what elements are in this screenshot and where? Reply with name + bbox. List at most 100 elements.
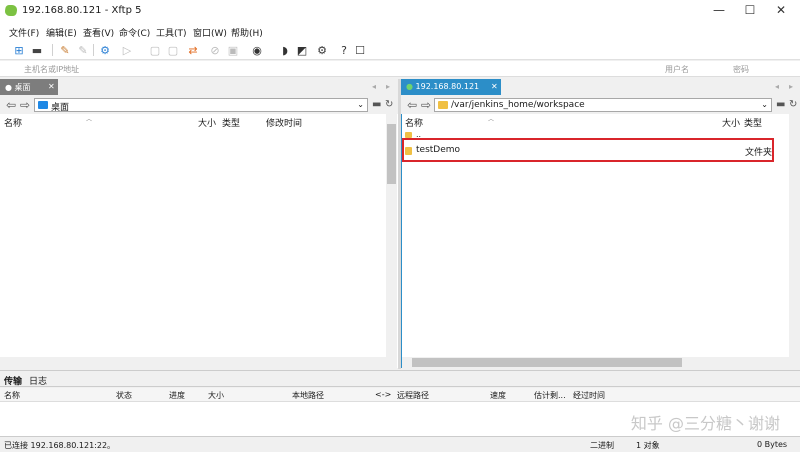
close-button[interactable]: ✕: [768, 3, 794, 19]
sort-caret-icon: ︿: [86, 116, 93, 123]
bottom-tabs: 传输 日志: [0, 370, 800, 387]
transfer-mode: 二进制: [590, 441, 614, 450]
remote-scrollbar-h[interactable]: [402, 357, 789, 368]
window-title: 192.168.80.121 - Xftp 5: [22, 5, 142, 16]
col-name[interactable]: 名称: [405, 116, 423, 129]
properties-icon[interactable]: ⚙: [98, 43, 112, 57]
new-session-icon[interactable]: ⊞: [12, 43, 26, 57]
col-type[interactable]: 类型: [744, 116, 762, 129]
chevron-down-icon[interactable]: ⌄: [357, 100, 364, 109]
menu-help[interactable]: 帮助(H): [231, 26, 263, 39]
copy-icon[interactable]: ▢: [148, 43, 162, 57]
menu-edit[interactable]: 编辑(E): [46, 26, 77, 39]
byte-count: 0 Bytes: [757, 440, 788, 449]
col-status[interactable]: 状态: [116, 390, 132, 401]
tab-label: 桌面: [14, 83, 31, 92]
col-direction[interactable]: <->: [375, 390, 391, 399]
options-icon[interactable]: ⚙: [315, 43, 329, 57]
tab-log[interactable]: 日志: [29, 374, 47, 387]
close-icon[interactable]: ✕: [491, 82, 498, 91]
username-input[interactable]: 用户名: [665, 64, 689, 75]
forward-icon[interactable]: ⇨: [20, 98, 30, 112]
refresh-icon[interactable]: ↻: [789, 99, 797, 110]
tab-prev-icon[interactable]: ◂: [775, 82, 779, 91]
back-icon[interactable]: ⇦: [6, 98, 16, 112]
tab-prev-icon[interactable]: ◂: [372, 82, 376, 91]
local-file-list[interactable]: 名称 ︿ 大小 类型 修改时间: [0, 114, 398, 368]
chat-icon[interactable]: ☐: [353, 43, 367, 57]
local-path-input[interactable]: 桌面 ⌄: [34, 98, 368, 113]
watermark-text: 知乎 @三分糖丶谢谢: [630, 414, 780, 433]
col-eta[interactable]: 估计剩...: [534, 390, 566, 401]
col-size[interactable]: 大小: [722, 116, 740, 129]
forward-icon[interactable]: ⇨: [421, 98, 431, 112]
back-icon[interactable]: ⇦: [407, 98, 417, 112]
col-size[interactable]: 大小: [198, 116, 216, 129]
remote-path-input[interactable]: /var/jenkins_home/workspace ⌄: [434, 98, 772, 112]
menu-command[interactable]: 命令(C): [119, 26, 150, 39]
remote-path-bar: ⇦ ⇨ /var/jenkins_home/workspace ⌄ ▬ ↻: [401, 96, 800, 114]
local-scrollbar-h[interactable]: [0, 357, 386, 368]
tab-next-icon[interactable]: ▸: [386, 82, 390, 91]
folder-up-icon[interactable]: ▬: [776, 99, 785, 110]
sort-caret-icon: ︿: [488, 116, 495, 123]
close-icon[interactable]: ✕: [48, 82, 55, 91]
host-input[interactable]: 主机名或IP地址: [24, 64, 79, 75]
paste-icon[interactable]: ▢: [166, 43, 180, 57]
local-scrollbar-v[interactable]: [386, 114, 397, 368]
compare-icon[interactable]: ▣: [226, 43, 240, 57]
transfer-list[interactable]: 知乎 @三分糖丶谢谢: [0, 402, 800, 436]
maximize-button[interactable]: ☐: [737, 3, 763, 19]
chevron-down-icon[interactable]: ⌄: [761, 100, 768, 109]
globe-icon[interactable]: ◉: [250, 43, 264, 57]
status-bar: 已连接 192.168.80.121:22。 二进制 1 对象 0 Bytes: [0, 436, 800, 452]
transfer-icon[interactable]: ▷: [120, 43, 134, 57]
menu-view[interactable]: 查看(V): [83, 26, 114, 39]
col-size[interactable]: 大小: [208, 390, 224, 401]
menu-file[interactable]: 文件(F): [9, 26, 39, 39]
menu-bar: 文件(F) 编辑(E) 查看(V) 命令(C) 工具(T) 窗口(W) 帮助(H…: [0, 22, 800, 40]
password-input[interactable]: 密码: [733, 64, 749, 75]
menu-window[interactable]: 窗口(W): [193, 26, 227, 39]
local-tab-strip: ● 桌面 ✕ ◂ ▸: [0, 79, 398, 95]
xshell-icon[interactable]: ◗: [278, 43, 292, 57]
tab-transfer[interactable]: 传输: [4, 374, 22, 387]
col-name[interactable]: 名称: [4, 116, 22, 129]
object-count: 1 对象: [636, 441, 660, 450]
col-progress[interactable]: 进度: [169, 390, 185, 401]
col-name[interactable]: 名称: [4, 390, 20, 401]
tab-label: 192.168.80.121: [415, 82, 480, 91]
col-elapsed[interactable]: 经过时间: [573, 390, 605, 401]
xshell-new-icon[interactable]: ◩: [295, 43, 309, 57]
title-bar: 192.168.80.121 - Xftp 5 — ☐ ✕: [0, 0, 800, 22]
stop-icon[interactable]: ⊘: [208, 43, 222, 57]
col-type[interactable]: 类型: [222, 116, 240, 129]
folder-up-icon[interactable]: ▬: [372, 99, 381, 110]
remote-file-list[interactable]: 名称 ︿ 大小 类型 .. testDemo 文件夹 20: [401, 114, 800, 368]
tab-local-desktop[interactable]: ● 桌面 ✕: [0, 79, 58, 95]
remote-tab-strip: ● 192.168.80.121 ✕ ◂ ▸: [401, 79, 800, 95]
tab-remote-session[interactable]: ● 192.168.80.121 ✕: [401, 79, 501, 95]
help-icon[interactable]: ?: [337, 43, 351, 57]
remote-scrollbar-v[interactable]: [789, 114, 800, 368]
col-local-path[interactable]: 本地路径: [292, 390, 324, 401]
open-folder-icon[interactable]: ▬: [30, 43, 44, 57]
col-modified[interactable]: 修改时间: [266, 116, 302, 129]
transfer-header: 名称 状态 进度 大小 本地路径 <-> 远程路径 速度 估计剩... 经过时间: [0, 388, 800, 402]
menu-tools[interactable]: 工具(T): [156, 26, 187, 39]
refresh-icon[interactable]: ↻: [385, 99, 393, 110]
col-remote-path[interactable]: 远程路径: [397, 390, 429, 401]
col-speed[interactable]: 速度: [490, 390, 506, 401]
connect-icon[interactable]: ✎: [58, 43, 72, 57]
address-bar: 主机名或IP地址 用户名 密码: [0, 61, 800, 77]
desktop-icon: [38, 101, 48, 109]
local-path-bar: ⇦ ⇨ 桌面 ⌄ ▬ ↻: [0, 96, 398, 114]
sync-icon[interactable]: ⇄: [186, 43, 200, 57]
tab-next-icon[interactable]: ▸: [789, 82, 793, 91]
connection-status: 已连接 192.168.80.121:22。: [4, 441, 116, 450]
disconnect-icon[interactable]: ✎: [76, 43, 90, 57]
xftp-logo-icon: [4, 5, 18, 16]
minimize-button[interactable]: —: [706, 3, 732, 19]
folder-icon: [438, 101, 448, 109]
toolbar: ⊞ ▬ ✎ ✎ ⚙ ▷ ▢ ▢ ⇄ ⊘ ▣ ◉ ◗ ◩ ⚙ ? ☐: [0, 40, 800, 60]
